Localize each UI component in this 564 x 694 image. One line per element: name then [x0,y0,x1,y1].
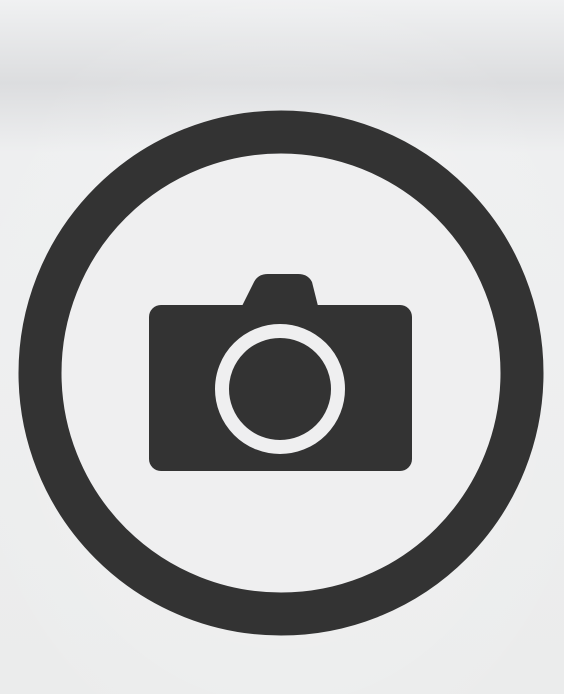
camera-icon [18,110,544,636]
camera-button[interactable] [18,110,544,636]
camera-lens [215,324,345,454]
